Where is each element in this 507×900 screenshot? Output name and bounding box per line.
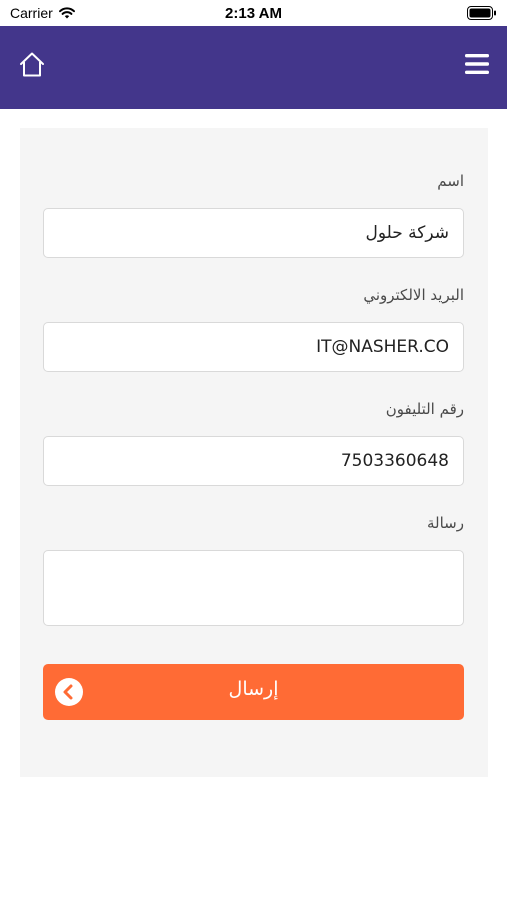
- home-icon: [20, 52, 44, 77]
- phone-label: رقم التليفون: [385, 400, 464, 418]
- message-field[interactable]: [43, 550, 464, 626]
- submit-button[interactable]: إرسال: [43, 664, 464, 720]
- message-label: رسالة: [427, 514, 464, 532]
- submit-label: إرسال: [228, 678, 279, 700]
- status-bar: Carrier 2:13 AM: [0, 0, 507, 26]
- phone-field[interactable]: [43, 436, 464, 486]
- battery-icon: [467, 6, 496, 20]
- hamburger-menu-icon: [465, 54, 489, 74]
- contact-form: اسم البريد الالكتروني رقم التليفون رسالة…: [20, 128, 488, 777]
- email-label: البريد الالكتروني: [363, 286, 464, 304]
- name-label: اسم: [437, 172, 464, 190]
- navigation-bar: [0, 26, 507, 109]
- email-field[interactable]: [43, 322, 464, 372]
- status-time: 2:13 AM: [225, 5, 282, 22]
- name-field[interactable]: [43, 208, 464, 258]
- home-button[interactable]: [17, 50, 47, 80]
- menu-button[interactable]: [465, 53, 489, 75]
